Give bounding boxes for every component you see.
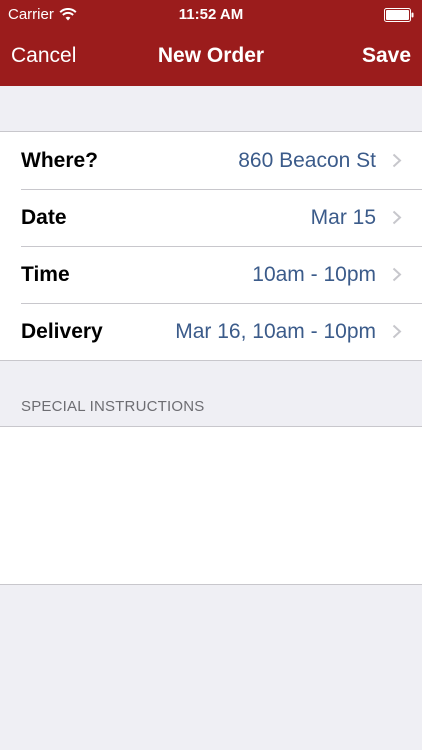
special-instructions-input[interactable]	[0, 427, 422, 584]
where-value: 860 Beacon St	[238, 148, 376, 172]
nav-bar: Cancel New Order Save	[0, 28, 422, 86]
save-button[interactable]: Save	[362, 44, 411, 68]
status-time: 11:52 AM	[178, 6, 244, 23]
battery-icon	[384, 8, 414, 22]
chevron-right-icon	[392, 153, 402, 168]
special-instructions-box	[0, 426, 422, 585]
date-row[interactable]: Date Mar 15	[0, 189, 422, 246]
date-value: Mar 15	[310, 205, 376, 229]
special-instructions-header: SPECIAL INSTRUCTIONS	[21, 398, 205, 415]
status-bar: Carrier 11:52 AM	[0, 0, 422, 28]
delivery-row[interactable]: Delivery Mar 16, 10am - 10pm	[0, 303, 422, 360]
delivery-value: Mar 16, 10am - 10pm	[175, 319, 376, 343]
delivery-label: Delivery	[21, 319, 103, 343]
time-row[interactable]: Time 10am - 10pm	[0, 246, 422, 303]
page-title: New Order	[157, 44, 265, 67]
order-details-table: Where? 860 Beacon St Date Mar 15 Time 10…	[0, 131, 422, 361]
where-label: Where?	[21, 148, 99, 172]
where-row[interactable]: Where? 860 Beacon St	[0, 132, 422, 189]
time-label: Time	[21, 262, 70, 286]
chevron-right-icon	[392, 324, 402, 339]
chevron-right-icon	[392, 210, 402, 225]
header: Carrier 11:52 AM Cancel New Order Save	[0, 0, 422, 86]
date-label: Date	[21, 205, 67, 229]
chevron-right-icon	[392, 267, 402, 282]
time-value: 10am - 10pm	[252, 262, 376, 286]
